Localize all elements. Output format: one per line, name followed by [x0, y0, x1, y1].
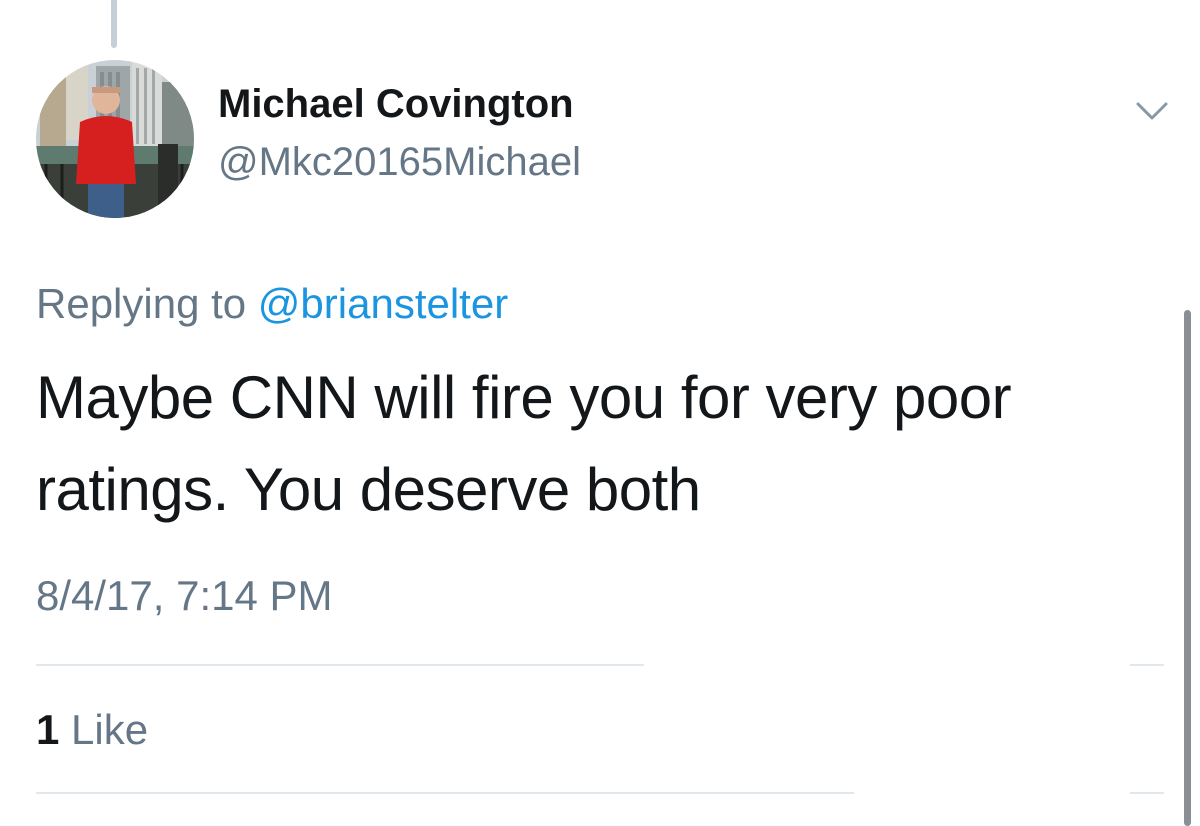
reply-thread-connector	[111, 0, 117, 48]
author-display-name[interactable]: Michael Covington	[218, 82, 574, 127]
author-handle[interactable]: @Mkc20165Michael	[218, 140, 581, 185]
tweet-menu-button[interactable]	[1128, 92, 1176, 128]
likes-count-link[interactable]: 1 Like	[36, 706, 148, 754]
divider	[1130, 664, 1164, 666]
tweet-text: Maybe CNN will fire you for very poor ra…	[36, 364, 1012, 523]
scrollbar[interactable]	[1184, 310, 1191, 826]
replying-to-line: Replying to @brianstelter	[36, 280, 508, 328]
chevron-down-icon	[1136, 102, 1168, 120]
divider	[1130, 792, 1164, 794]
likes-label: Like	[71, 706, 149, 753]
replying-to-mention-link[interactable]: @brianstelter	[258, 280, 508, 327]
tweet-timestamp[interactable]: 8/4/17, 7:14 PM	[36, 572, 333, 620]
divider	[36, 664, 644, 666]
divider	[36, 792, 854, 794]
replying-to-label: Replying to	[36, 280, 247, 327]
profile-photo-icon	[36, 60, 194, 218]
avatar[interactable]	[36, 60, 194, 218]
likes-count: 1	[36, 706, 60, 753]
